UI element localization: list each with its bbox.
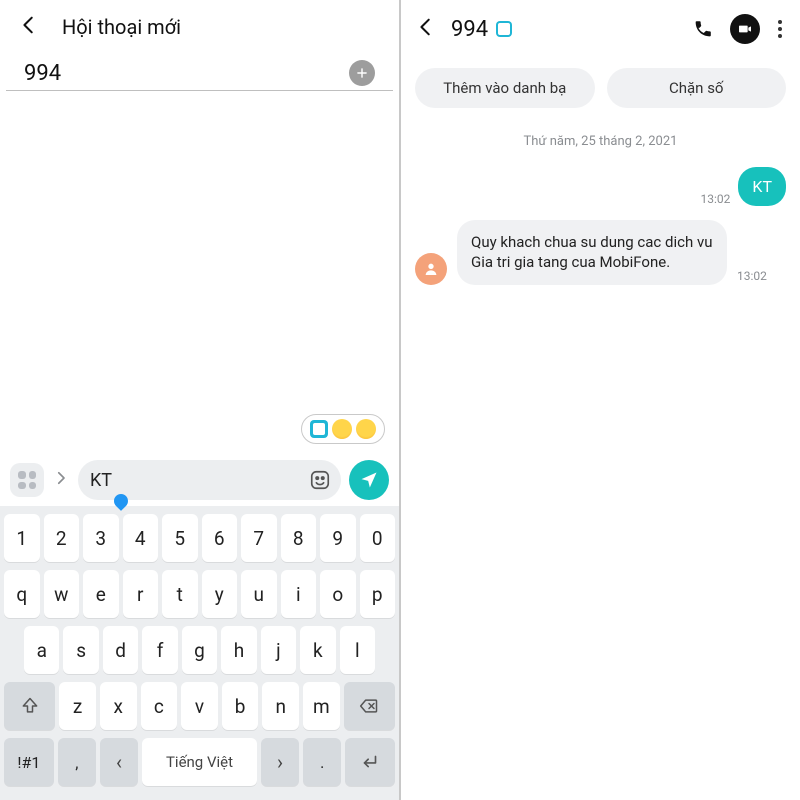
- key-9[interactable]: 9: [320, 514, 356, 562]
- next-lang-key[interactable]: ›: [261, 738, 299, 786]
- key-row-3: asdfghjkl: [4, 626, 395, 674]
- video-call-icon[interactable]: [730, 14, 760, 44]
- incoming-time: 13:02: [737, 269, 767, 283]
- key-row-4: zxcvbnm: [4, 682, 395, 730]
- thread-title: 994: [451, 17, 676, 42]
- compose-header: Hội thoại mới: [0, 0, 399, 54]
- expand-icon[interactable]: [52, 469, 70, 491]
- recipient-input[interactable]: 994: [24, 61, 339, 86]
- call-icon[interactable]: [690, 16, 716, 42]
- key-row-bottom: !#1 , ‹ Tiếng Việt › .: [4, 738, 395, 786]
- thread-screen: 994 Thêm vào danh bạ Chặn số Thứ năm, 25…: [401, 0, 800, 800]
- outgoing-time: 13:02: [701, 192, 731, 206]
- key-8[interactable]: 8: [281, 514, 317, 562]
- symbols-key[interactable]: !#1: [4, 738, 54, 786]
- add-recipient-icon[interactable]: [349, 60, 375, 86]
- message-body: [0, 91, 399, 454]
- send-button[interactable]: [349, 460, 389, 500]
- key-g[interactable]: g: [182, 626, 217, 674]
- key-v[interactable]: v: [181, 682, 218, 730]
- outgoing-message-row: 13:02 KT: [415, 167, 786, 206]
- add-contact-chip[interactable]: Thêm vào danh bạ: [415, 68, 595, 108]
- action-chips: Thêm vào danh bạ Chặn số: [401, 58, 800, 126]
- outgoing-bubble[interactable]: KT: [738, 167, 786, 206]
- message-input[interactable]: KT: [78, 460, 341, 500]
- period-key[interactable]: .: [303, 738, 341, 786]
- key-row-2: qwertyuiop: [4, 570, 395, 618]
- sticker-icon: [310, 420, 328, 438]
- key-2[interactable]: 2: [44, 514, 80, 562]
- compose-screen: Hội thoại mới 994 KT: [0, 0, 399, 800]
- block-number-chip[interactable]: Chặn số: [607, 68, 787, 108]
- key-i[interactable]: i: [281, 570, 317, 618]
- key-f[interactable]: f: [142, 626, 177, 674]
- apps-grid-icon[interactable]: [10, 463, 44, 497]
- heart-eyes-emoji-icon: [332, 419, 352, 439]
- key-o[interactable]: o: [320, 570, 356, 618]
- rcs-badge-icon: [496, 21, 512, 37]
- key-3[interactable]: 3: [83, 514, 119, 562]
- key-r[interactable]: r: [123, 570, 159, 618]
- key-k[interactable]: k: [300, 626, 335, 674]
- key-m[interactable]: m: [303, 682, 340, 730]
- key-p[interactable]: p: [360, 570, 396, 618]
- thread-header: 994: [401, 0, 800, 58]
- key-d[interactable]: d: [103, 626, 138, 674]
- key-t[interactable]: t: [162, 570, 198, 618]
- space-key[interactable]: Tiếng Việt: [142, 738, 257, 786]
- incoming-bubble[interactable]: Quy khach chua su dung cac dich vu Gia t…: [457, 220, 727, 285]
- emoji-picker-icon[interactable]: [309, 469, 331, 491]
- key-7[interactable]: 7: [241, 514, 277, 562]
- recipient-row: 994: [6, 54, 393, 91]
- sender-avatar-icon[interactable]: [415, 253, 447, 285]
- back-icon[interactable]: [415, 16, 437, 42]
- key-b[interactable]: b: [222, 682, 259, 730]
- prev-lang-key[interactable]: ‹: [100, 738, 138, 786]
- backspace-key[interactable]: [344, 682, 395, 730]
- more-menu-icon[interactable]: [774, 20, 786, 38]
- enter-key[interactable]: [345, 738, 395, 786]
- key-h[interactable]: h: [221, 626, 256, 674]
- key-w[interactable]: w: [44, 570, 80, 618]
- back-icon[interactable]: [18, 14, 40, 40]
- key-u[interactable]: u: [241, 570, 277, 618]
- key-c[interactable]: c: [141, 682, 178, 730]
- key-1[interactable]: 1: [4, 514, 40, 562]
- incoming-message-row: Quy khach chua su dung cac dich vu Gia t…: [415, 220, 786, 285]
- compose-title: Hội thoại mới: [62, 15, 181, 39]
- key-n[interactable]: n: [262, 682, 299, 730]
- key-q[interactable]: q: [4, 570, 40, 618]
- key-row-1: 1234567890: [4, 514, 395, 562]
- date-separator: Thứ năm, 25 tháng 2, 2021: [415, 134, 786, 149]
- key-j[interactable]: j: [261, 626, 296, 674]
- key-y[interactable]: y: [202, 570, 238, 618]
- shift-key[interactable]: [4, 682, 55, 730]
- message-input-value: KT: [90, 470, 112, 491]
- key-s[interactable]: s: [63, 626, 98, 674]
- keyboard: 1234567890 qwertyuiop asdfghjkl zxcvbnm …: [0, 506, 399, 800]
- key-l[interactable]: l: [340, 626, 375, 674]
- heart-eyes-emoji-icon: [356, 419, 376, 439]
- comma-key[interactable]: ,: [58, 738, 96, 786]
- key-0[interactable]: 0: [360, 514, 396, 562]
- key-e[interactable]: e: [83, 570, 119, 618]
- thread-title-text: 994: [451, 17, 488, 42]
- key-6[interactable]: 6: [202, 514, 238, 562]
- message-thread: Thứ năm, 25 tháng 2, 2021 13:02 KT Quy k…: [401, 126, 800, 800]
- key-x[interactable]: x: [100, 682, 137, 730]
- quick-emoji-pill[interactable]: [301, 414, 385, 444]
- key-a[interactable]: a: [24, 626, 59, 674]
- key-z[interactable]: z: [59, 682, 96, 730]
- key-5[interactable]: 5: [162, 514, 198, 562]
- compose-row: KT: [0, 454, 399, 506]
- key-4[interactable]: 4: [123, 514, 159, 562]
